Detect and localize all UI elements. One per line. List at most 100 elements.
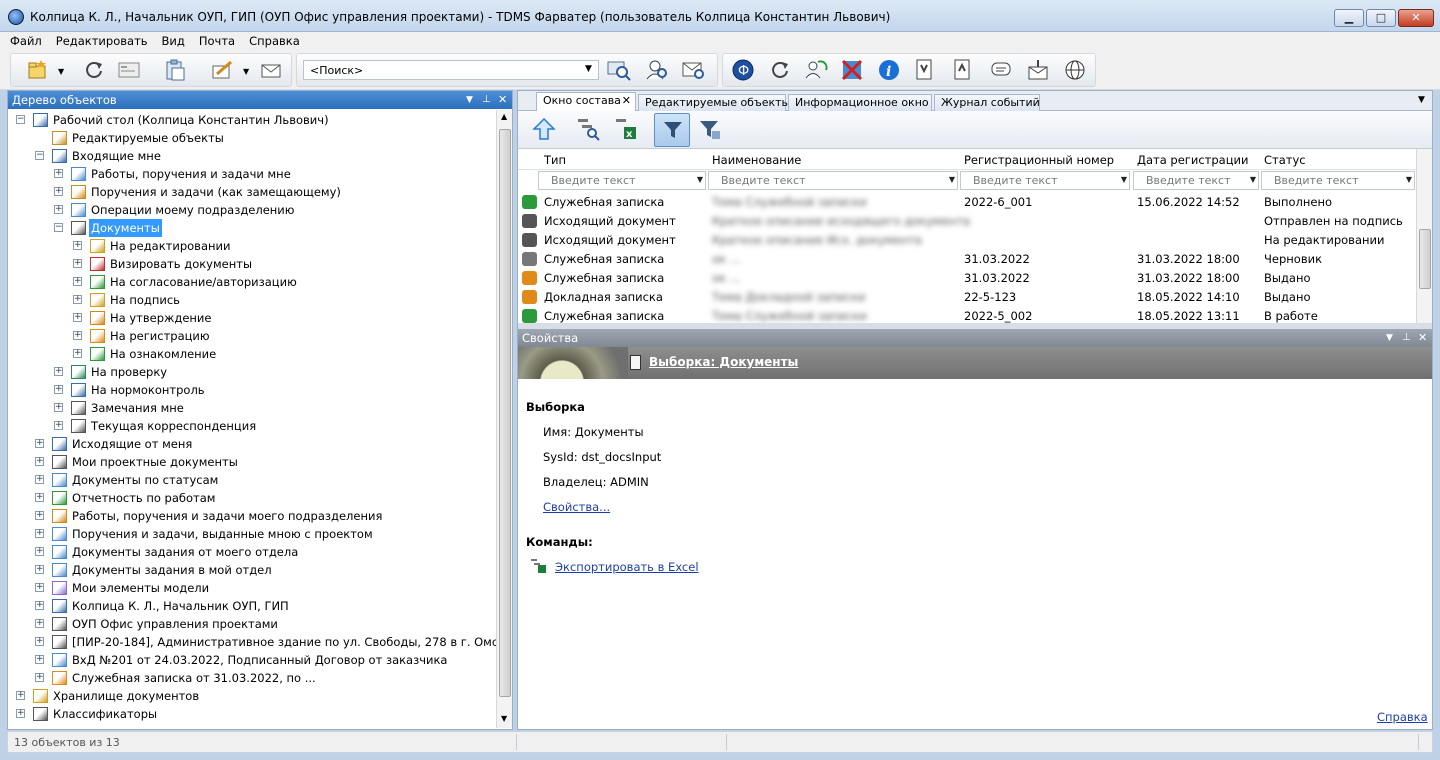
menu-file[interactable]: Файл bbox=[0, 32, 49, 50]
table-row[interactable]: Исходящий документ Краткое описание исход… bbox=[518, 212, 1418, 231]
network-error-icon[interactable] bbox=[840, 58, 864, 82]
tab-event-log[interactable]: Журнал событий bbox=[934, 94, 1040, 111]
scroll-down-icon[interactable]: ▼ bbox=[501, 714, 507, 723]
filter-dropdown-icon[interactable]: ▼ bbox=[697, 175, 703, 184]
table-row[interactable]: Служебная записка ок ... 31.03.2022 31.03.2… bbox=[518, 269, 1418, 288]
refresh-icon[interactable] bbox=[82, 58, 106, 82]
filter-toggle-button[interactable] bbox=[654, 113, 690, 147]
expand-icon[interactable]: + bbox=[73, 349, 82, 358]
compose-icon[interactable] bbox=[210, 58, 234, 82]
new-dropdown-arrow-icon[interactable]: ▼ bbox=[58, 67, 64, 76]
col-header-type[interactable]: Тип bbox=[544, 152, 566, 170]
table-row[interactable]: Служебная записка ок ... 31.03.2022 31.03.2… bbox=[518, 250, 1418, 269]
expand-icon[interactable]: + bbox=[35, 601, 44, 610]
expand-icon[interactable]: + bbox=[73, 259, 82, 268]
menu-help[interactable]: Справка bbox=[242, 32, 307, 50]
search-dropdown-arrow-icon[interactable]: ▼ bbox=[585, 64, 592, 74]
table-row[interactable]: Докладная записка Тема Докладной записки 2… bbox=[518, 288, 1418, 307]
table-row[interactable]: Служебная записка Тема Служебной записки 2… bbox=[518, 307, 1418, 323]
expand-icon[interactable]: + bbox=[35, 511, 44, 520]
table-row[interactable]: Исходящий документ Краткое описание Исх. … bbox=[518, 231, 1418, 250]
properties-card-icon[interactable] bbox=[117, 58, 141, 82]
filter-dropdown-icon[interactable]: ▼ bbox=[1121, 175, 1127, 184]
search-mail-icon[interactable] bbox=[681, 58, 705, 82]
tab-close-icon[interactable]: ✕ bbox=[622, 93, 631, 109]
search-folder-icon[interactable] bbox=[607, 58, 631, 82]
col-header-name[interactable]: Наименование bbox=[712, 152, 801, 170]
reload-icon[interactable] bbox=[768, 58, 792, 82]
grid-scroll-thumb[interactable] bbox=[1419, 229, 1431, 289]
pin-icon[interactable]: ⊥ bbox=[482, 91, 491, 109]
export-excel-link[interactable]: Экспортировать в Excel bbox=[555, 560, 699, 574]
send-mail-icon[interactable] bbox=[259, 58, 283, 82]
grid-scrollbar[interactable] bbox=[1416, 149, 1432, 323]
expand-icon[interactable]: + bbox=[54, 205, 63, 214]
inbox-mail-icon[interactable] bbox=[1026, 58, 1050, 82]
expand-icon[interactable]: + bbox=[35, 619, 44, 628]
maximize-button[interactable]: □ bbox=[1366, 9, 1396, 27]
menu-view[interactable]: Вид bbox=[155, 32, 192, 50]
collapse-icon[interactable]: − bbox=[54, 223, 63, 232]
tab-composition[interactable]: Окно состава ✕ bbox=[536, 92, 636, 111]
properties-link[interactable]: Свойства... bbox=[543, 500, 610, 514]
message-icon[interactable] bbox=[989, 58, 1013, 82]
go-up-icon[interactable] bbox=[532, 117, 556, 141]
collapse-icon[interactable]: − bbox=[16, 115, 25, 124]
filter-dropdown-icon[interactable]: ▼ bbox=[949, 175, 955, 184]
expand-icon[interactable]: + bbox=[54, 187, 63, 196]
panel-close-icon[interactable]: ✕ bbox=[498, 91, 507, 109]
info-icon[interactable]: i bbox=[877, 58, 901, 82]
expand-icon[interactable]: + bbox=[35, 457, 44, 466]
tree-scrollbar[interactable]: ▲ ▼ bbox=[496, 110, 512, 728]
clipboard-icon[interactable] bbox=[163, 58, 187, 82]
menu-edit[interactable]: Редактировать bbox=[49, 32, 155, 50]
expand-icon[interactable]: + bbox=[35, 583, 44, 592]
expand-icon[interactable]: + bbox=[35, 493, 44, 502]
scroll-up-icon[interactable]: ▲ bbox=[501, 112, 507, 121]
download-doc-icon[interactable] bbox=[912, 58, 936, 82]
compose-dropdown-arrow-icon[interactable]: ▼ bbox=[243, 67, 249, 76]
expand-icon[interactable]: + bbox=[54, 385, 63, 394]
close-button[interactable]: ✕ bbox=[1398, 9, 1434, 27]
filter-type-input[interactable]: Введите текст ▼ bbox=[538, 171, 706, 190]
panel-menu-icon[interactable]: ▼ bbox=[1386, 329, 1393, 347]
expand-icon[interactable]: + bbox=[73, 241, 82, 250]
expand-icon[interactable]: + bbox=[73, 313, 82, 322]
filter-dropdown-icon[interactable]: ▼ bbox=[1250, 175, 1256, 184]
expand-icon[interactable]: + bbox=[35, 565, 44, 574]
panel-menu-icon[interactable]: ▼ bbox=[466, 91, 473, 109]
col-header-regdate[interactable]: Дата регистрации bbox=[1137, 152, 1248, 170]
export-excel-icon[interactable]: x bbox=[614, 117, 638, 141]
filter-name-input[interactable]: Введите текст ▼ bbox=[708, 171, 958, 190]
expand-icon[interactable]: + bbox=[35, 439, 44, 448]
col-header-status[interactable]: Статус bbox=[1264, 152, 1306, 170]
farvater-logo-icon[interactable]: Ф bbox=[731, 58, 755, 82]
search-input[interactable]: <Поиск> bbox=[303, 60, 599, 80]
expand-icon[interactable]: + bbox=[35, 547, 44, 556]
new-object-icon[interactable] bbox=[26, 58, 50, 82]
expand-icon[interactable]: + bbox=[35, 529, 44, 538]
panel-close-icon[interactable]: ✕ bbox=[1418, 329, 1427, 347]
expand-icon[interactable]: + bbox=[35, 475, 44, 484]
tree-search-icon[interactable] bbox=[576, 117, 600, 141]
tab-info-window[interactable]: Информационное окно bbox=[788, 94, 932, 111]
globe-icon[interactable] bbox=[1063, 58, 1087, 82]
upload-doc-icon[interactable] bbox=[950, 58, 974, 82]
collapse-icon[interactable]: − bbox=[35, 151, 44, 160]
expand-icon[interactable]: + bbox=[16, 691, 25, 700]
pin-icon[interactable]: ⊥ bbox=[1402, 329, 1411, 347]
col-header-regnum[interactable]: Регистрационный номер bbox=[964, 152, 1114, 170]
filter-regdate-input[interactable]: Введите текст ▼ bbox=[1133, 171, 1259, 190]
help-link[interactable]: Справка bbox=[1377, 710, 1428, 724]
expand-icon[interactable]: + bbox=[73, 295, 82, 304]
filter-settings-icon[interactable] bbox=[698, 117, 722, 141]
menu-mail[interactable]: Почта bbox=[192, 32, 242, 50]
search-user-icon[interactable] bbox=[645, 58, 669, 82]
expand-icon[interactable]: + bbox=[35, 673, 44, 682]
banner-selection-link[interactable]: Выборка: Документы bbox=[649, 355, 798, 369]
expand-icon[interactable]: + bbox=[35, 655, 44, 664]
expand-icon[interactable]: + bbox=[54, 421, 63, 430]
expand-icon[interactable]: + bbox=[73, 277, 82, 286]
tab-list-dropdown-icon[interactable]: ▼ bbox=[1418, 95, 1425, 105]
table-row[interactable]: Служебная записка Тема Служебной записки 2… bbox=[518, 193, 1418, 212]
